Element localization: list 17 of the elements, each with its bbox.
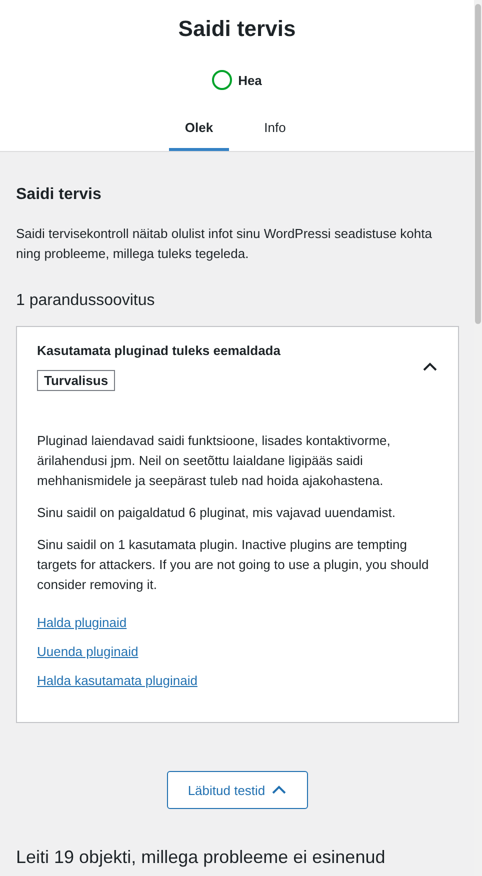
issue-link[interactable]: Halda pluginaid: [37, 615, 438, 630]
tab[interactable]: Olek: [169, 108, 229, 151]
section-description: Saidi tervisekontroll näitab olulist infot sinu WordPressi seadistuse kohta ning probleeme, millega tuleks tegeleda.: [16, 225, 433, 263]
issue-title[interactable]: Kasutamata pluginad tuleks eemaldada: [37, 343, 280, 358]
issue-text: Sinu saidil on 1 kasutamata plugin. Inactive plugins are tempting targets for attackers. If you are not going to use a plugin, you should consider removing it.: [37, 536, 430, 594]
issue-tag: Turvalisus: [37, 370, 116, 391]
page-title: Saidi tervis: [178, 15, 296, 43]
passed-heading: Leiti 19 objekti, millega probleeme ei esinenud: [16, 847, 386, 868]
passed-tests-button[interactable]: Läbitud testid: [166, 771, 308, 809]
section-title: Saidi tervis: [16, 186, 102, 204]
issues-heading: 1 parandussoovitus: [16, 292, 156, 310]
tab[interactable]: Info: [245, 108, 305, 151]
status-label: Hea: [238, 72, 262, 88]
issue-text: Pluginad laiendavad saidi funktsioone, lisades kontaktivorme, ärilahendusi jpm. Neil on seetõttu laialdane ligipääs saidi mehhanismidele ja seepärast tuleb nad hoida ajakohastena.: [37, 432, 392, 490]
issue-link[interactable]: Uuenda pluginaid: [37, 644, 438, 659]
issue-link[interactable]: Halda kasutamata pluginaid: [37, 673, 438, 688]
issue-text: Sinu saidil on paigaldatud 6 pluginat, mis vajavad uuendamist.: [37, 504, 396, 522]
